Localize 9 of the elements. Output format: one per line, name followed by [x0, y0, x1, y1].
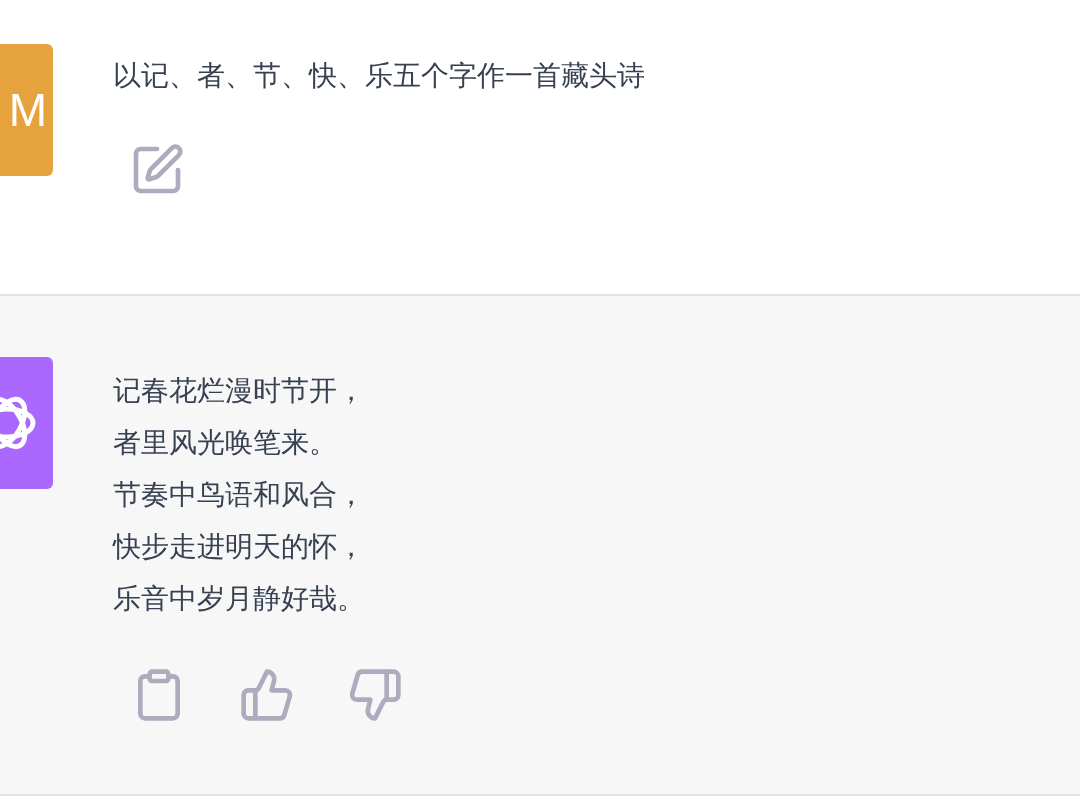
poem-line: 节奏中鸟语和风合，: [113, 478, 366, 512]
poem-line: 者里风光唤笔来。: [113, 426, 338, 460]
poem-line: 乐音中岁月静好哉。: [113, 582, 366, 616]
poem-line: 记春花烂漫时节开，: [113, 374, 366, 408]
poem-line: 快步走进明天的怀，: [113, 530, 366, 564]
thumbs-down-icon[interactable]: [347, 667, 403, 723]
prompt-text: 以记、者、节、快、乐五个字作一首藏头诗: [113, 59, 645, 93]
thumbs-up-icon[interactable]: [239, 667, 295, 723]
avatar-initial: M: [7, 87, 48, 133]
